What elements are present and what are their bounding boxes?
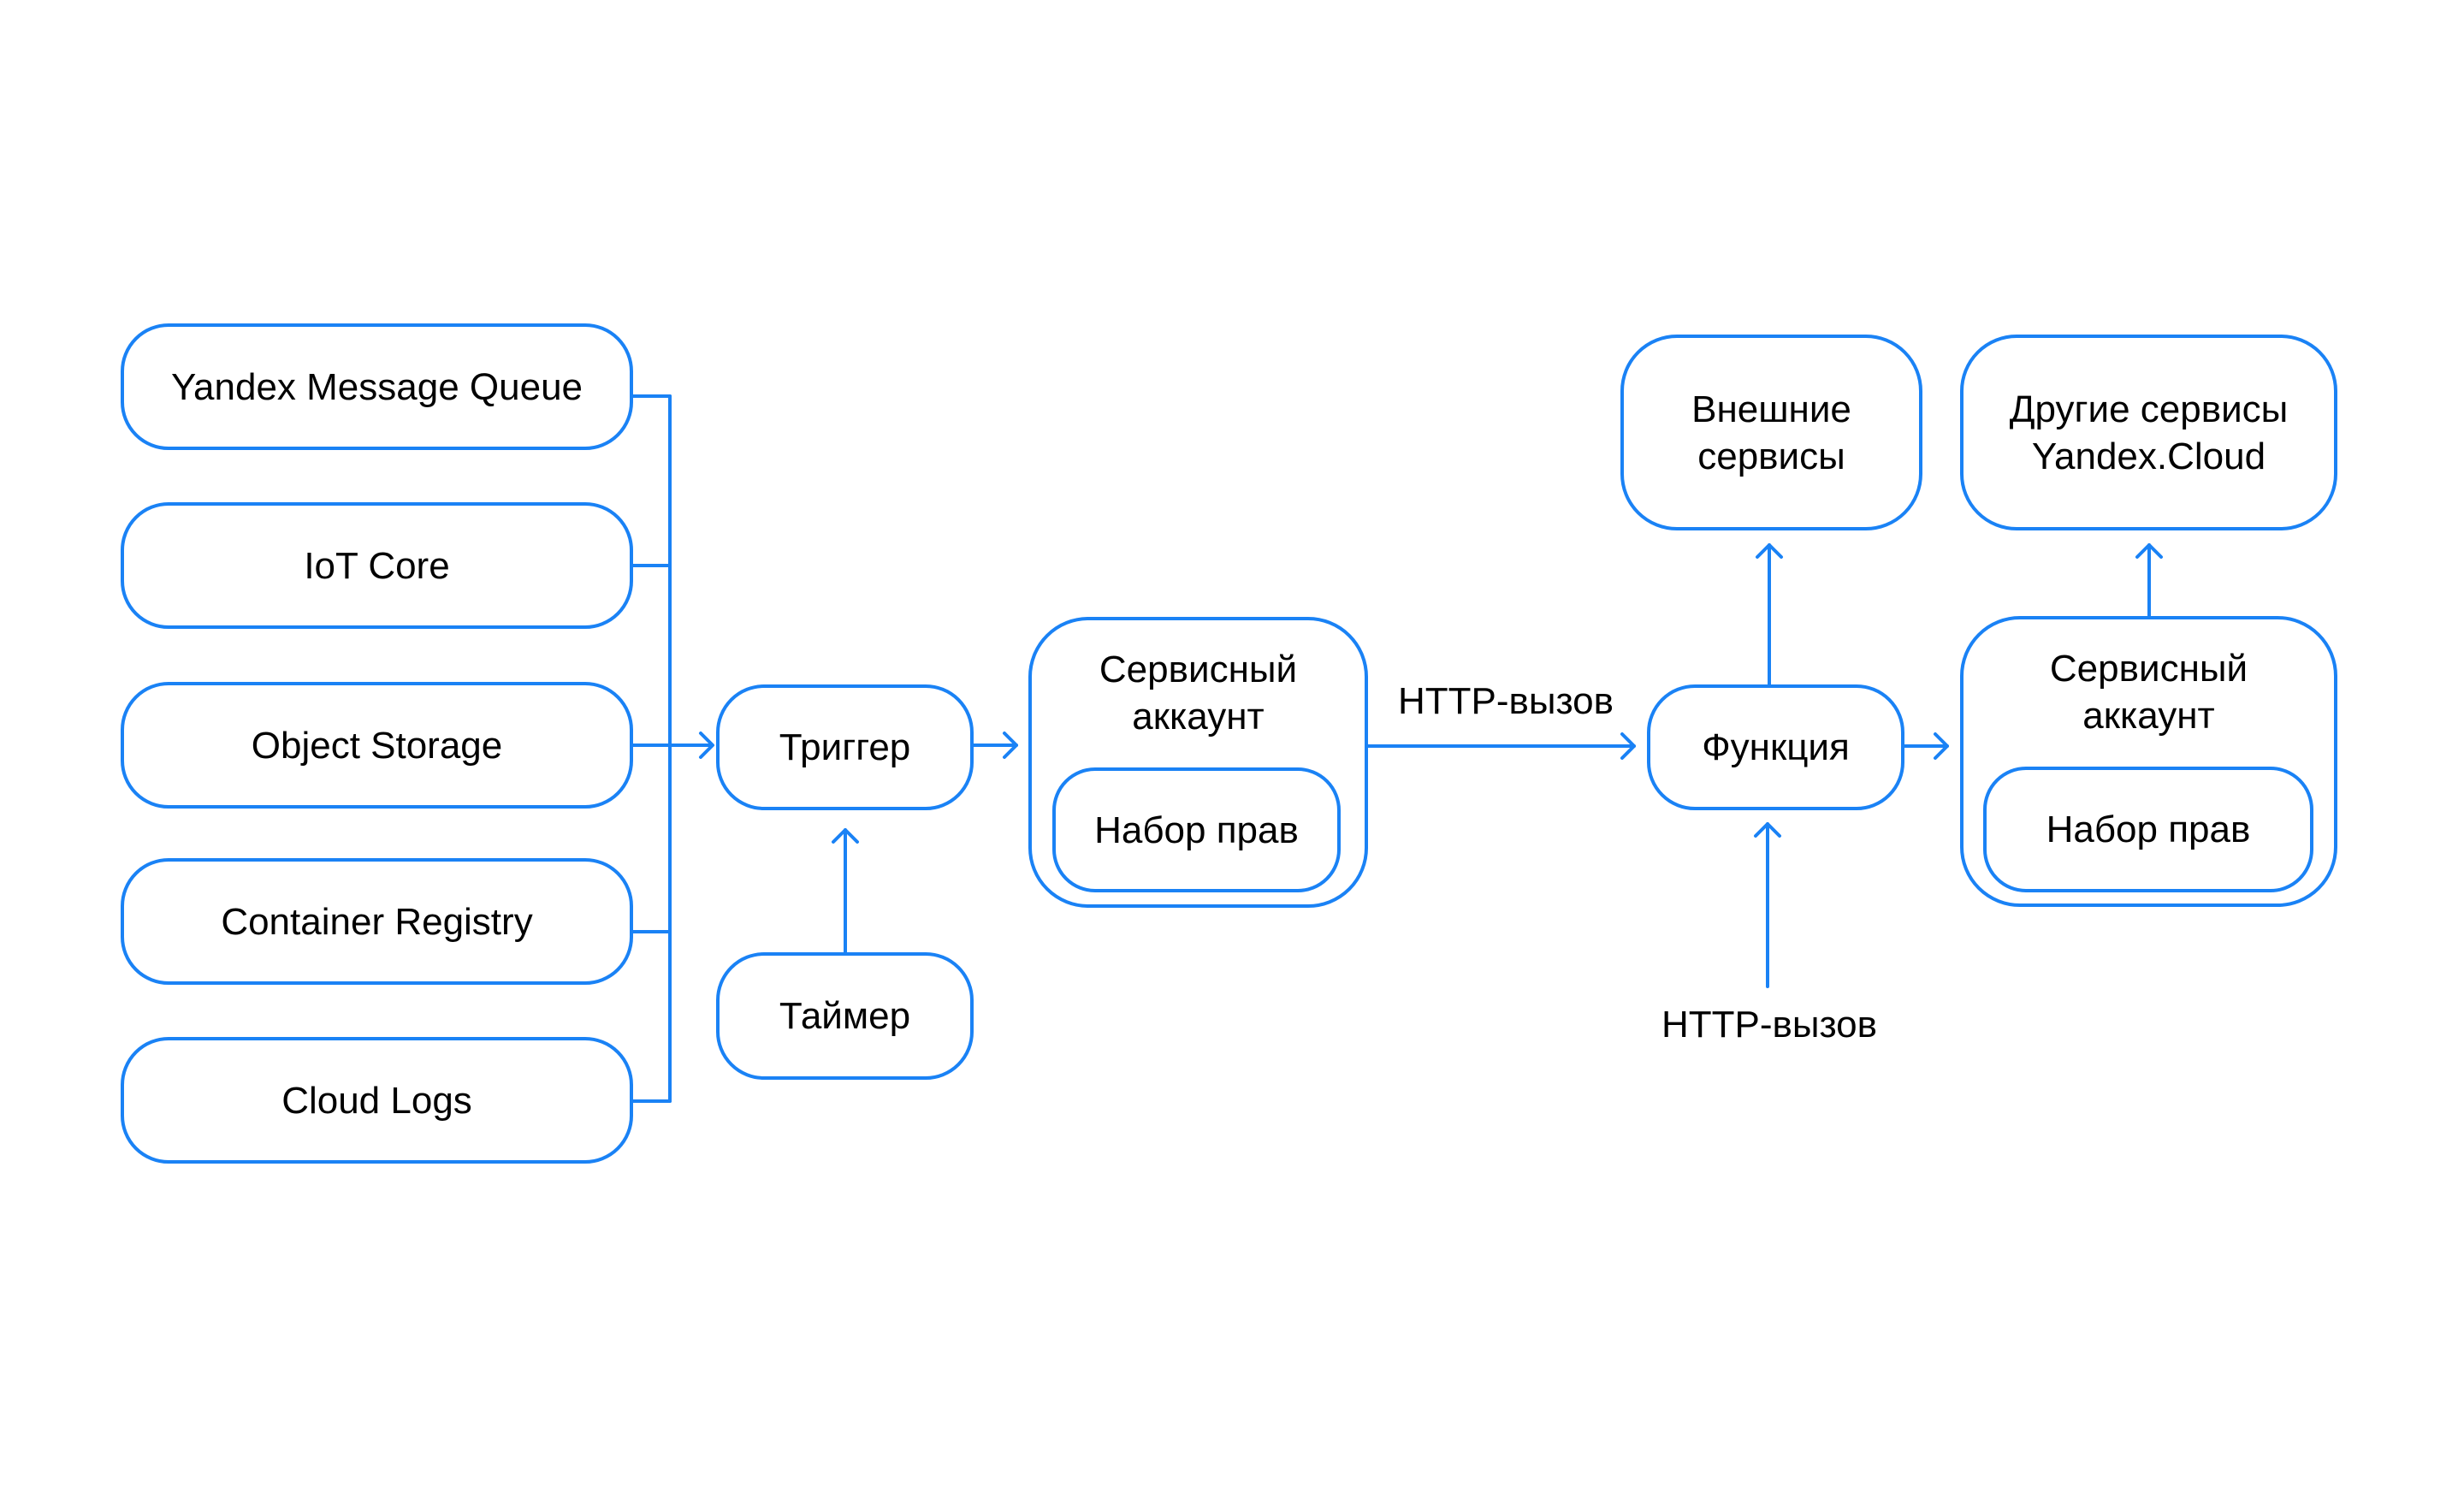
http-call-label-top: HTTP-вызов bbox=[1397, 680, 1614, 722]
source-cloud-logs[interactable]: Cloud Logs bbox=[121, 1037, 633, 1164]
arrow-timer-to-trigger bbox=[832, 828, 859, 954]
arrow-service-account-2-to-other-services bbox=[2135, 543, 2163, 618]
arrow-function-to-service-account-2 bbox=[1903, 732, 1949, 760]
other-services-label: Другие сервисы Yandex.Cloud bbox=[2009, 388, 2289, 477]
source-label: Container Registry bbox=[221, 900, 533, 943]
other-services-node[interactable]: Другие сервисы Yandex.Cloud bbox=[1960, 335, 2337, 530]
arrow-trigger-to-service-account bbox=[972, 732, 1018, 759]
arrow-http-bottom-to-function bbox=[1754, 822, 1781, 988]
source-label: Object Storage bbox=[251, 724, 503, 767]
permissions-label: Набор прав bbox=[1094, 809, 1299, 851]
source-iot-core[interactable]: IoT Core bbox=[121, 502, 633, 629]
arrow-sources-to-trigger bbox=[668, 732, 714, 759]
permissions-label: Набор прав bbox=[2046, 809, 2251, 850]
arrow-http-to-function bbox=[1366, 732, 1636, 760]
source-yandex-message-queue[interactable]: Yandex Message Queue bbox=[121, 323, 633, 450]
service-account-label: Сервисный аккаунт bbox=[2049, 648, 2248, 737]
timer-label: Таймер bbox=[779, 995, 911, 1037]
external-services-label: Внешние сервисы bbox=[1691, 388, 1851, 477]
source-label: IoT Core bbox=[304, 544, 450, 587]
arrow-function-to-external-services bbox=[1756, 543, 1783, 686]
source-object-storage[interactable]: Object Storage bbox=[121, 682, 633, 809]
source-container-registry[interactable]: Container Registry bbox=[121, 858, 633, 985]
http-call-label-bottom: HTTP-вызов bbox=[1661, 1004, 1878, 1046]
function-node[interactable]: Функция bbox=[1647, 684, 1904, 810]
trigger-node[interactable]: Триггер bbox=[716, 684, 974, 810]
timer-node[interactable]: Таймер bbox=[716, 952, 974, 1080]
service-account-label: Сервисный аккаунт bbox=[1099, 649, 1298, 738]
function-label: Функция bbox=[1702, 726, 1850, 768]
permissions-set-1[interactable]: Набор прав bbox=[1052, 767, 1341, 892]
source-label: Yandex Message Queue bbox=[170, 365, 583, 408]
source-label: Cloud Logs bbox=[281, 1079, 472, 1122]
trigger-label: Триггер bbox=[779, 726, 911, 768]
permissions-set-2[interactable]: Набор прав bbox=[1983, 767, 2313, 892]
external-services-node[interactable]: Внешние сервисы bbox=[1620, 335, 1922, 530]
